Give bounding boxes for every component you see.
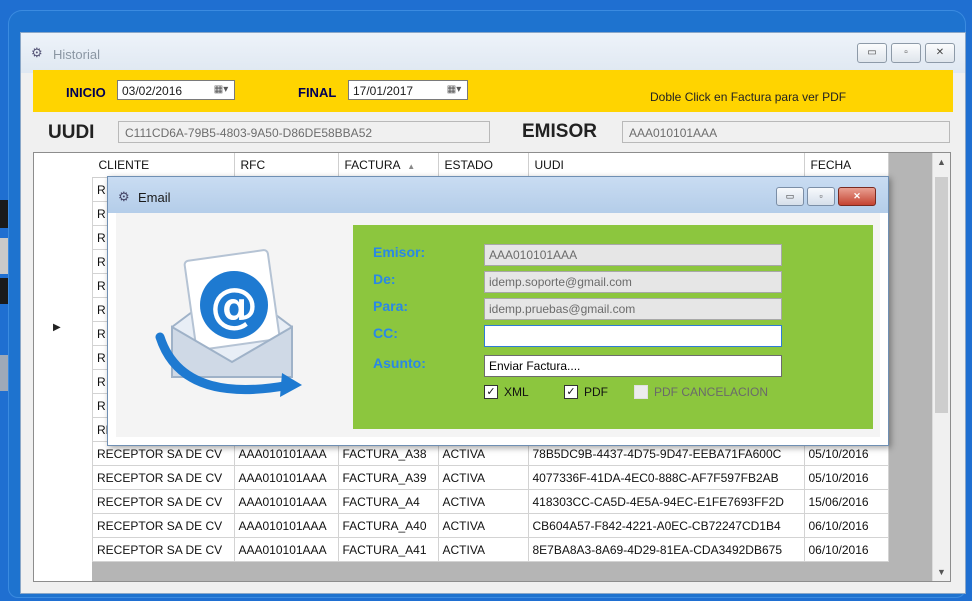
emisor-input[interactable]: AAA010101AAA: [484, 244, 782, 266]
table-cell[interactable]: FACTURA_A39: [337, 465, 439, 490]
table-cell[interactable]: 05/10/2016: [803, 465, 889, 490]
table-cell[interactable]: 06/10/2016: [803, 537, 889, 562]
checkbox-checked-icon: ✓: [564, 385, 578, 399]
app-icon: ⚙: [31, 45, 43, 60]
pdf-cancelacion-label: PDF CANCELACION: [654, 385, 769, 399]
calendar-dropdown-icon[interactable]: ▦▾: [210, 83, 232, 97]
app-icon: ⚙: [118, 189, 130, 204]
scroll-up-icon[interactable]: ▲: [933, 157, 950, 167]
table-cell[interactable]: AAA010101AAA: [233, 537, 339, 562]
xml-checkbox-label: XML: [504, 385, 529, 399]
asunto-input[interactable]: Enviar Factura....: [484, 355, 782, 377]
desktop-strip: [0, 238, 8, 274]
table-cell[interactable]: RECEPTOR SA DE CV: [92, 489, 235, 514]
vertical-scrollbar[interactable]: ▲ ▼: [932, 153, 950, 581]
table-cell[interactable]: CB604A57-F842-4221-A0EC-CB72247CD1B4: [527, 513, 805, 538]
table-cell[interactable]: RECEPTOR SA DE CV: [92, 537, 235, 562]
maximize-button[interactable]: ▫: [891, 43, 921, 63]
column-header-factura-label: FACTURA: [344, 158, 401, 172]
row-header-column[interactable]: [34, 153, 92, 581]
table-row[interactable]: RECEPTOR SA DE CV AAA010101AAA FACTURA_A40…: [92, 513, 889, 538]
email-dialog-title: Email: [138, 190, 171, 205]
table-cell[interactable]: ACTIVA: [437, 465, 529, 490]
sort-ascending-icon: ▲: [407, 162, 416, 171]
column-header-factura[interactable]: FACTURA ▲: [338, 153, 439, 178]
emisor-form-label: Emisor:: [373, 244, 426, 260]
table-row[interactable]: RECEPTOR SA DE CV AAA010101AAA FACTURA_A39…: [92, 465, 889, 490]
table-row[interactable]: RECEPTOR SA DE CV AAA010101AAA FACTURA_A4 A…: [92, 489, 889, 514]
inicio-date-picker[interactable]: 03/02/2016 ▦▾: [117, 80, 235, 100]
table-cell[interactable]: ACTIVA: [437, 513, 529, 538]
cc-label: CC:: [373, 325, 398, 341]
pdf-cancelacion-checkbox[interactable]: PDF CANCELACION: [634, 385, 768, 399]
desktop-strip: [0, 355, 8, 391]
pdf-checkbox[interactable]: ✓ PDF: [564, 385, 608, 399]
table-cell[interactable]: FACTURA_A4: [337, 489, 439, 514]
table-cell[interactable]: RECEPTOR SA DE CV: [92, 465, 235, 490]
email-dialog-body: @ Emisor: AAA010101AAA De: idemp.soporte…: [116, 213, 880, 437]
column-header-estado[interactable]: ESTADO: [438, 153, 529, 178]
table-cell[interactable]: RECEPTOR SA DE CV: [92, 513, 235, 538]
table-cell[interactable]: 4077336F-41DA-4EC0-888C-AF7F597FB2AB: [527, 465, 805, 490]
column-header-fecha[interactable]: FECHA: [804, 153, 889, 178]
final-label: FINAL: [298, 85, 337, 100]
email-form-panel: Emisor: AAA010101AAA De: idemp.soporte@g…: [353, 225, 873, 429]
inicio-label: INICIO: [66, 85, 106, 100]
de-input[interactable]: idemp.soporte@gmail.com: [484, 271, 782, 293]
desktop-strip: [0, 278, 8, 304]
close-button[interactable]: ✕: [925, 43, 955, 63]
final-date-picker[interactable]: 17/01/2017 ▦▾: [348, 80, 468, 100]
cc-input[interactable]: [484, 325, 782, 347]
calendar-dropdown-icon[interactable]: ▦▾: [443, 83, 465, 97]
xml-checkbox[interactable]: ✓ XML: [484, 385, 529, 399]
table-cell[interactable]: 06/10/2016: [803, 513, 889, 538]
para-label: Para:: [373, 298, 409, 314]
minimize-button[interactable]: ▭: [857, 43, 887, 63]
title-bar[interactable]: ⚙ Historial ▭ ▫ ✕: [21, 33, 965, 73]
current-row-indicator-icon: ▶: [53, 322, 61, 333]
table-cell[interactable]: FACTURA_A41: [337, 537, 439, 562]
emisor-field[interactable]: AAA010101AAA: [622, 121, 950, 143]
minimize-button[interactable]: ▭: [776, 187, 804, 206]
emisor-label: EMISOR: [522, 121, 597, 142]
pdf-checkbox-label: PDF: [584, 385, 608, 399]
desktop-strip: [0, 200, 8, 228]
close-button[interactable]: ✕: [838, 187, 876, 206]
maximize-button[interactable]: ▫: [807, 187, 835, 206]
inicio-date-value: 03/02/2016: [122, 84, 183, 98]
table-cell[interactable]: AAA010101AAA: [233, 465, 339, 490]
scrollbar-thumb[interactable]: [935, 177, 948, 413]
table-cell[interactable]: AAA010101AAA: [233, 513, 339, 538]
de-label: De:: [373, 271, 396, 287]
email-dialog: ⚙ Email ▭ ▫ ✕ @ Emisor: AAA010101AAA De:…: [107, 176, 889, 446]
table-cell[interactable]: 418303CC-CA5D-4E5A-94EC-E1FE7693FF2D: [527, 489, 805, 514]
asunto-label: Asunto:: [373, 355, 426, 371]
column-header-rfc[interactable]: RFC: [234, 153, 339, 178]
uudi-field[interactable]: C111CD6A-79B5-4803-9A50-D86DE58BBA52: [118, 121, 490, 143]
checkbox-checked-icon: ✓: [484, 385, 498, 399]
table-cell[interactable]: 8E7BA8A3-8A69-4D29-81EA-CDA3492DB675: [527, 537, 805, 562]
checkbox-disabled-icon: [634, 385, 648, 399]
uudi-label: UUDI: [48, 122, 95, 143]
final-date-value: 17/01/2017: [353, 84, 414, 98]
column-header-uudi[interactable]: UUDI: [528, 153, 805, 178]
para-input[interactable]: idemp.pruebas@gmail.com: [484, 298, 782, 320]
table-cell[interactable]: ACTIVA: [437, 489, 529, 514]
window-title: Historial: [53, 47, 100, 62]
email-at-icon: @: [155, 249, 302, 397]
svg-text:@: @: [210, 278, 258, 334]
table-cell[interactable]: ACTIVA: [437, 537, 529, 562]
scroll-down-icon[interactable]: ▼: [933, 567, 950, 577]
table-cell[interactable]: AAA010101AAA: [233, 489, 339, 514]
column-header-cliente[interactable]: CLIENTE: [92, 153, 235, 178]
pdf-hint-text: Doble Click en Factura para ver PDF: [650, 90, 847, 104]
table-row[interactable]: RECEPTOR SA DE CV AAA010101AAA FACTURA_A41…: [92, 537, 889, 562]
table-cell[interactable]: FACTURA_A40: [337, 513, 439, 538]
email-dialog-titlebar[interactable]: ⚙ Email ▭ ▫ ✕: [108, 177, 888, 213]
table-cell[interactable]: 15/06/2016: [803, 489, 889, 514]
